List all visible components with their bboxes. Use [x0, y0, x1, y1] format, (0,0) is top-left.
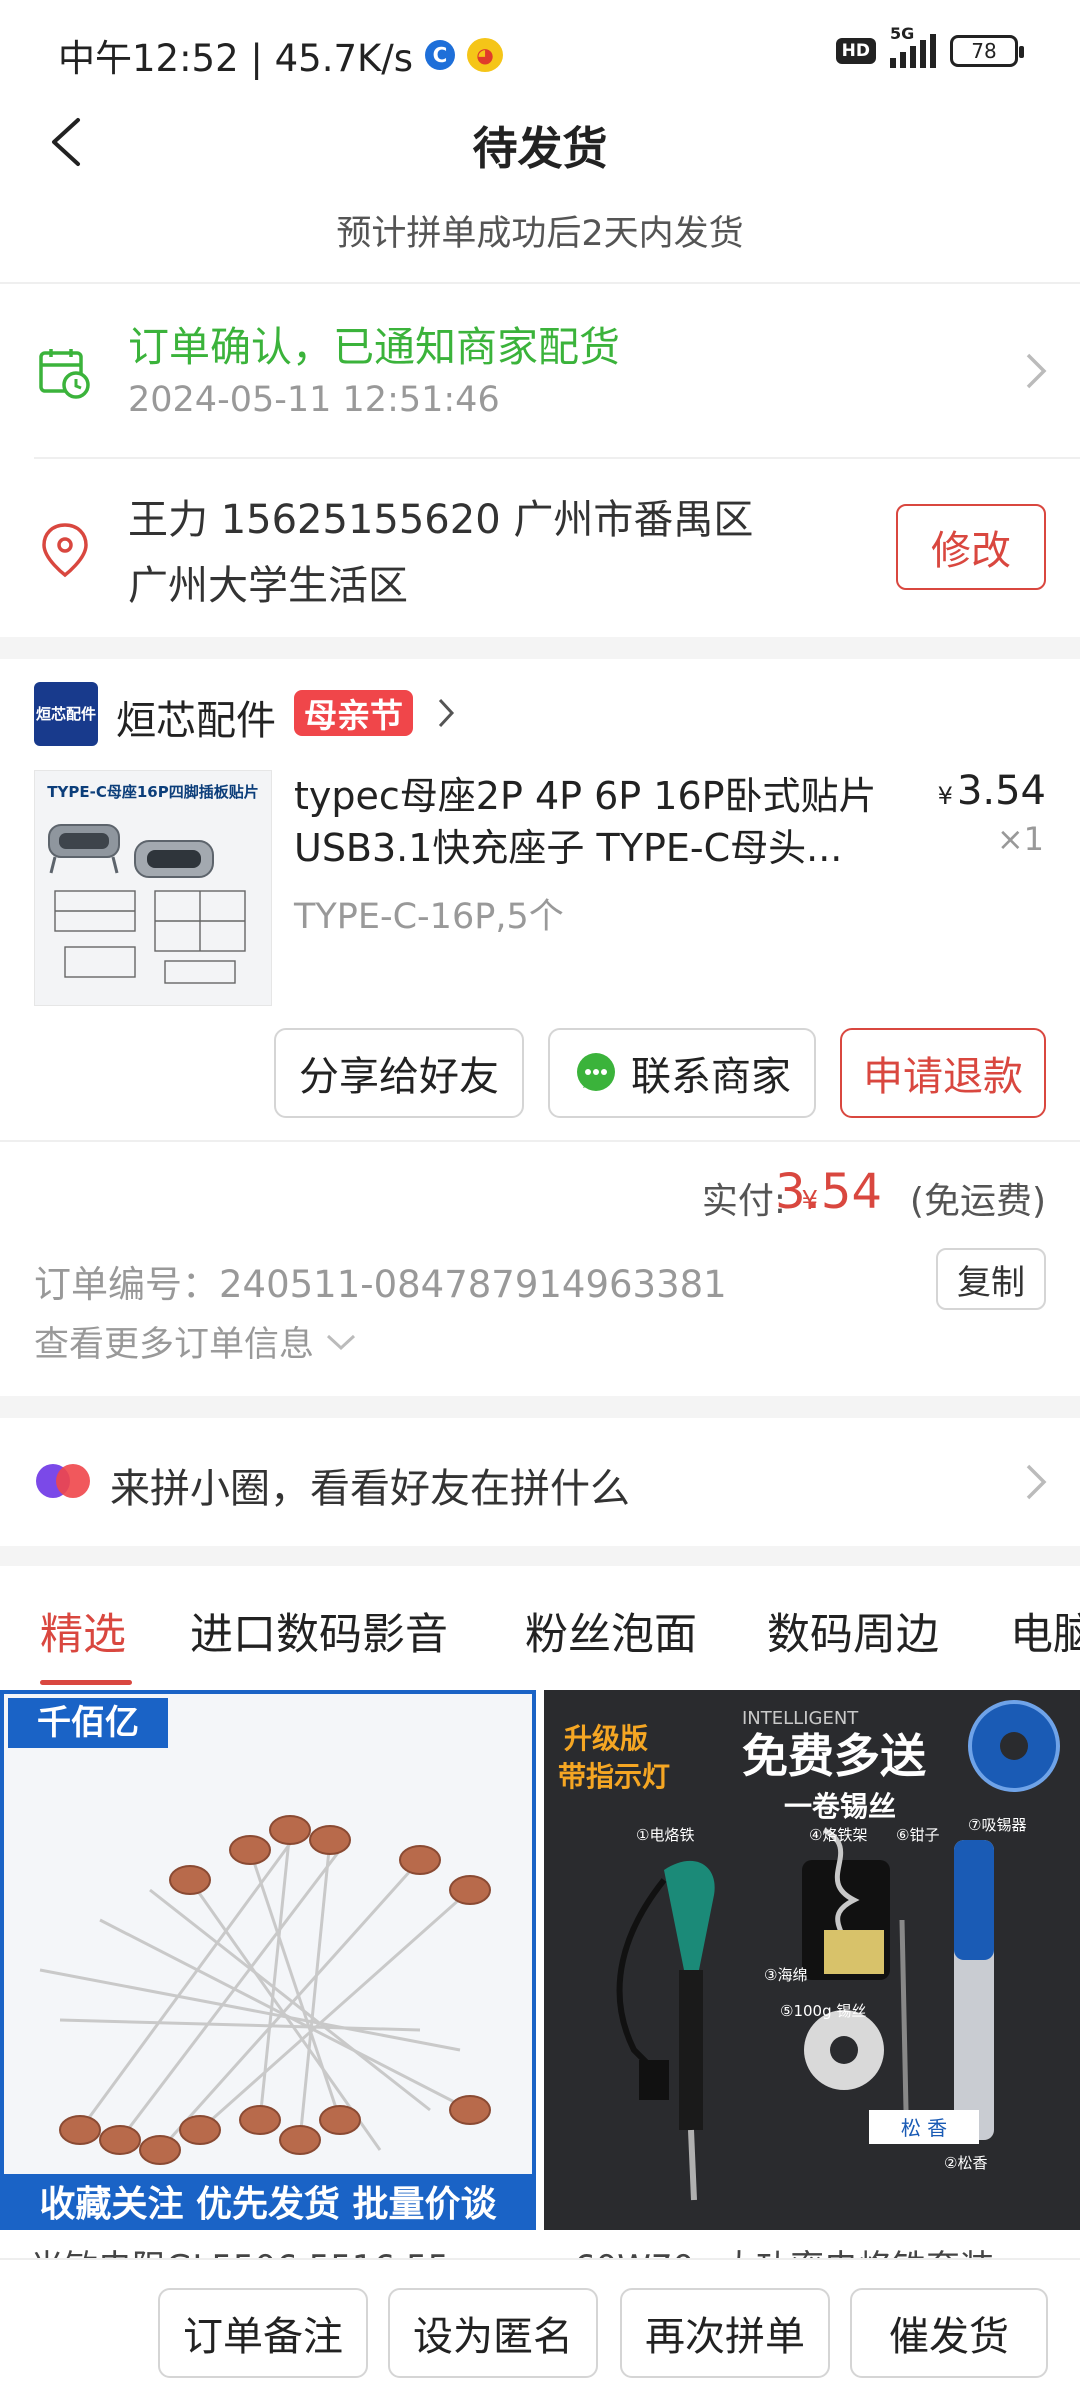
section-gap: [0, 1546, 1080, 1566]
status-left: 中午12:52 | 45.7K/s C ◕: [58, 28, 504, 82]
section-gap: [0, 637, 1080, 659]
section-gap: [0, 1396, 1080, 1418]
address-row: 王力 15625155620 广州市番禺区 广州大学生活区 修改: [0, 459, 1080, 637]
shop-name: 烜芯配件: [116, 698, 276, 744]
product-quantity: ×1: [996, 820, 1044, 858]
status-time-speed: 中午12:52 | 45.7K/s: [58, 37, 414, 80]
part-label: ⑥钳子: [896, 1826, 939, 1844]
tab-computer[interactable]: 电脑: [1010, 1600, 1080, 1662]
hd-badge: HD: [835, 38, 876, 64]
currency-symbol: ¥: [937, 782, 953, 810]
order-status-time: 2024-05-11 12:51:46: [128, 380, 500, 420]
banner-text: 收藏关注 优先发货 批量价谈: [39, 2184, 497, 2225]
address-line-1: 王力 15625155620 广州市番禺区: [128, 497, 754, 543]
recommendation-card[interactable]: 升级版 带指示灯 INTELLIGENT 免费多送 一卷锡丝 松 香 ①电烙铁 …: [544, 1690, 1080, 2230]
brand-label: 千佰亿: [37, 1703, 139, 1743]
product-price: ¥3.54: [938, 768, 1046, 814]
product-title[interactable]: typec母座2P 4P 6P 16P卧式贴片 USB3.1快充座子 TYPE-…: [294, 770, 914, 874]
part-label: ③海绵: [764, 1966, 807, 1984]
free-shipping-note: (免运费): [909, 1181, 1046, 1222]
friends-circle-text: 来拼小圈，看看好友在拼什么: [110, 1466, 630, 1512]
battery-level: 78: [971, 39, 997, 63]
tab-featured[interactable]: 精选: [40, 1600, 126, 1662]
payment-amount: 3.54: [775, 1164, 882, 1220]
divider: [0, 282, 1080, 284]
part-label: ④烙铁架: [809, 1826, 867, 1844]
share-button[interactable]: 分享给好友: [274, 1028, 524, 1118]
refund-label: 申请退款: [863, 1054, 1023, 1100]
shop-logo: 烜芯配件: [34, 682, 98, 746]
upgrade-tag: 升级版: [564, 1722, 648, 1755]
refund-button[interactable]: 申请退款: [840, 1028, 1046, 1118]
battery-icon: 78: [950, 35, 1024, 67]
urge-shipping-button[interactable]: 催发货: [850, 2288, 1048, 2378]
shop-row[interactable]: 烜芯配件 烜芯配件 母亲节: [0, 660, 1080, 770]
tab-fan-noodles[interactable]: 粉丝泡面: [525, 1600, 697, 1662]
chevron-down-icon: [326, 1334, 356, 1350]
product-title-line-1: typec母座2P 4P 6P 16P卧式贴片: [294, 774, 877, 818]
part-label: ②松香: [944, 2154, 987, 2172]
share-label: 分享给好友: [299, 1054, 499, 1100]
order-note-button[interactable]: 订单备注: [158, 2288, 368, 2378]
friends-circle-row[interactable]: 来拼小圈，看看好友在拼什么: [0, 1418, 1080, 1546]
page-title: 待发货: [472, 122, 608, 175]
tab-imported-digital[interactable]: 进口数码影音: [190, 1600, 448, 1662]
copy-button[interactable]: 复制: [936, 1248, 1046, 1310]
location-pin-icon: [42, 523, 88, 578]
part-label: ⑤100g 锡丝: [780, 2002, 866, 2020]
tab-digital-accessories[interactable]: 数码周边: [767, 1600, 939, 1662]
contact-seller-button[interactable]: 联系商家: [548, 1028, 816, 1118]
part-label: ①电烙铁: [636, 1826, 694, 1844]
recommendation-card[interactable]: 千佰亿 收藏关注 优先发货 批量价谈: [0, 1690, 536, 2230]
signal-icon: 5G: [890, 24, 936, 68]
contact-label: 联系商家: [631, 1054, 791, 1100]
app-c-icon: C: [425, 40, 456, 70]
bottom-action-bar: 订单备注 设为匿名 再次拼单 催发货: [0, 2258, 1080, 2400]
order-number: 订单编号：240511-084787914963381: [34, 1263, 727, 1306]
category-tabs: 精选 进口数码影音 粉丝泡面 数码周边 电脑: [0, 1566, 1080, 1686]
modify-address-button[interactable]: 修改: [896, 504, 1046, 590]
set-anonymous-button[interactable]: 设为匿名: [388, 2288, 598, 2378]
mothers-day-tag: 母亲节: [294, 690, 413, 736]
rosin-label: 松 香: [901, 2116, 947, 2140]
product-price-value: 3.54: [956, 768, 1046, 814]
product-spec: TYPE-C-16P,5个: [294, 897, 564, 937]
chevron-right-icon: [438, 698, 455, 728]
photoresistor-product-image: 千佰亿 收藏关注 优先发货 批量价谈: [0, 1690, 536, 2230]
intelligent-label: INTELLIGENT: [742, 1708, 859, 1729]
status-bar: 中午12:52 | 45.7K/s C ◕ HD 5G 78: [0, 0, 1080, 100]
chat-bubble-icon: [577, 1053, 615, 1091]
reorder-button[interactable]: 再次拼单: [620, 2288, 830, 2378]
more-order-info[interactable]: 查看更多订单信息: [34, 1316, 358, 1367]
address-line-2: 广州大学生活区: [128, 563, 408, 609]
calendar-clock-icon: [39, 349, 90, 399]
indicator-tag: 带指示灯: [558, 1760, 670, 1793]
recommendation-caption[interactable]: 60W70w大功率电烙铁套装: [574, 2240, 1054, 2260]
order-status-title: 订单确认，已通知商家配货: [128, 323, 620, 371]
weibo-icon: ◕: [467, 38, 504, 72]
active-tab-indicator: [40, 1680, 132, 1685]
recommendation-caption[interactable]: 光敏电阻GL5506 5516 55: [30, 2240, 510, 2260]
circles-logo-icon: [36, 1464, 90, 1498]
payment-label: 实付:: [701, 1181, 786, 1222]
chevron-right-icon: [1026, 353, 1047, 389]
product-title-line-2: USB3.1快充座子 TYPE-C母头...: [294, 826, 843, 870]
network-type: 5G: [890, 24, 915, 43]
product-image[interactable]: TYPE-C母座16P四脚插板贴片: [34, 770, 272, 1006]
page-subtitle: 预计拼单成功后2天内发货: [336, 214, 744, 254]
free-gift-label: 免费多送: [742, 1729, 926, 1783]
part-label: ⑦吸锡器: [968, 1816, 1026, 1834]
usb-connector-illustration: [48, 824, 246, 984]
solder-roll-label: 一卷锡丝: [784, 1790, 896, 1823]
status-right: HD 5G 78: [835, 24, 1024, 68]
more-order-info-label: 查看更多订单信息: [34, 1325, 315, 1365]
order-status-row[interactable]: 订单确认，已通知商家配货 2024-05-11 12:51:46: [0, 285, 1080, 457]
chevron-right-icon: [1026, 1464, 1047, 1500]
soldering-kit-product-image: 升级版 带指示灯 INTELLIGENT 免费多送 一卷锡丝 松 香 ①电烙铁 …: [544, 1690, 1080, 2230]
divider: [0, 1140, 1080, 1142]
